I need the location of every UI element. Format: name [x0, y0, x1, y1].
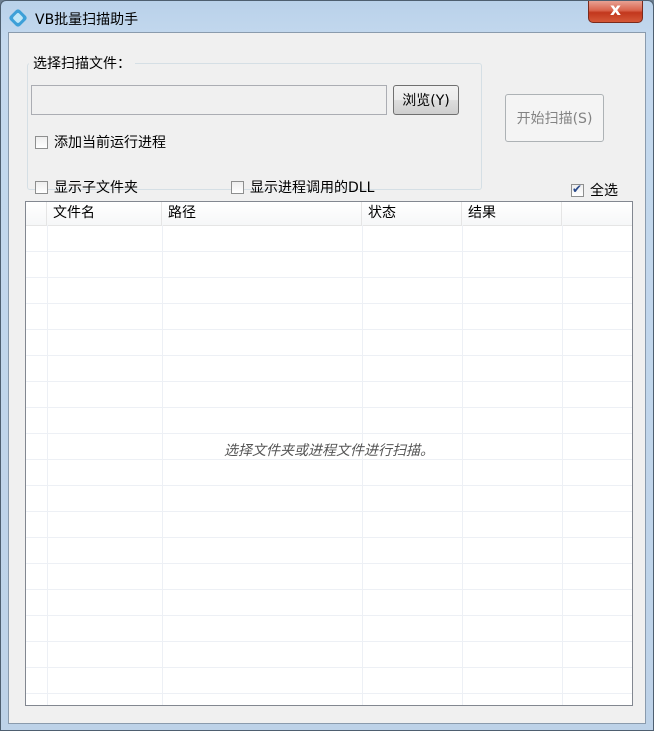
close-button[interactable]: x	[588, 0, 643, 23]
grid-row-line	[26, 277, 632, 278]
empty-message: 选择文件夹或进程文件进行扫描。	[224, 443, 434, 459]
browse-button[interactable]: 浏览(Y)	[393, 85, 459, 115]
grid-row-line	[26, 381, 632, 382]
grid-row-line	[26, 329, 632, 330]
checkbox-icon	[35, 135, 48, 149]
grid-row-line	[26, 485, 632, 486]
column-header-extra[interactable]	[562, 202, 632, 225]
results-listview[interactable]: 文件名 路径 状态 结果 选择文件夹或进程文件进行扫描。	[25, 201, 633, 706]
column-header-result[interactable]: 结果	[462, 202, 562, 225]
show-process-dll-checkbox[interactable]: 显示进程调用的DLL	[231, 177, 374, 197]
add-running-process-checkbox[interactable]: 添加当前运行进程	[35, 132, 166, 152]
show-subfolders-label: 显示子文件夹	[54, 180, 138, 196]
grid-row-line	[26, 511, 632, 512]
window-title: VB批量扫描助手	[35, 12, 139, 28]
column-header-filename[interactable]: 文件名	[47, 202, 162, 225]
start-scan-button[interactable]: 开始扫描(S)	[505, 94, 604, 142]
grid-column-line	[562, 225, 563, 705]
grid-row-line	[26, 667, 632, 668]
column-header-path[interactable]: 路径	[162, 202, 362, 225]
grid-row-line	[26, 433, 632, 434]
grid-row-line	[26, 589, 632, 590]
select-all-checkbox[interactable]: 全选	[571, 180, 618, 200]
checkmark-icon	[571, 182, 584, 197]
show-subfolders-checkbox[interactable]: 显示子文件夹	[35, 177, 138, 197]
group-legend: 选择扫描文件：	[29, 53, 135, 73]
column-header-status[interactable]: 状态	[362, 202, 462, 225]
title-bar[interactable]: VB批量扫描助手 x	[1, 0, 653, 33]
grid-column-line	[362, 225, 363, 705]
grid-row-line	[26, 693, 632, 694]
close-icon: x	[610, 0, 621, 20]
column-header-blank[interactable]	[26, 202, 47, 225]
grid-row-line	[26, 615, 632, 616]
show-process-dll-label: 显示进程调用的DLL	[250, 180, 375, 196]
grid-row-line	[26, 407, 632, 408]
listview-header: 文件名 路径 状态 结果	[26, 202, 632, 226]
checkbox-icon	[231, 180, 244, 194]
grid-column-line	[47, 225, 48, 705]
grid-row-line	[26, 251, 632, 252]
select-all-label: 全选	[590, 183, 618, 199]
app-window: VB批量扫描助手 x 选择扫描文件： 浏览(Y) 添加当前运行进程 开始扫描(S…	[0, 0, 654, 731]
grid-row-line	[26, 355, 632, 356]
grid-row-line	[26, 303, 632, 304]
add-running-process-label: 添加当前运行进程	[54, 135, 166, 151]
app-scan-icon	[9, 9, 27, 27]
grid-row-line	[26, 563, 632, 564]
checkbox-icon	[35, 180, 48, 194]
grid-row-line	[26, 641, 632, 642]
grid-row-line	[26, 537, 632, 538]
scan-path-input[interactable]	[31, 85, 387, 115]
grid-column-line	[462, 225, 463, 705]
client-area: 选择扫描文件： 浏览(Y) 添加当前运行进程 开始扫描(S) 显示子文件夹 显示…	[8, 32, 646, 724]
grid-column-line	[162, 225, 163, 705]
scan-file-groupbox	[27, 63, 482, 190]
